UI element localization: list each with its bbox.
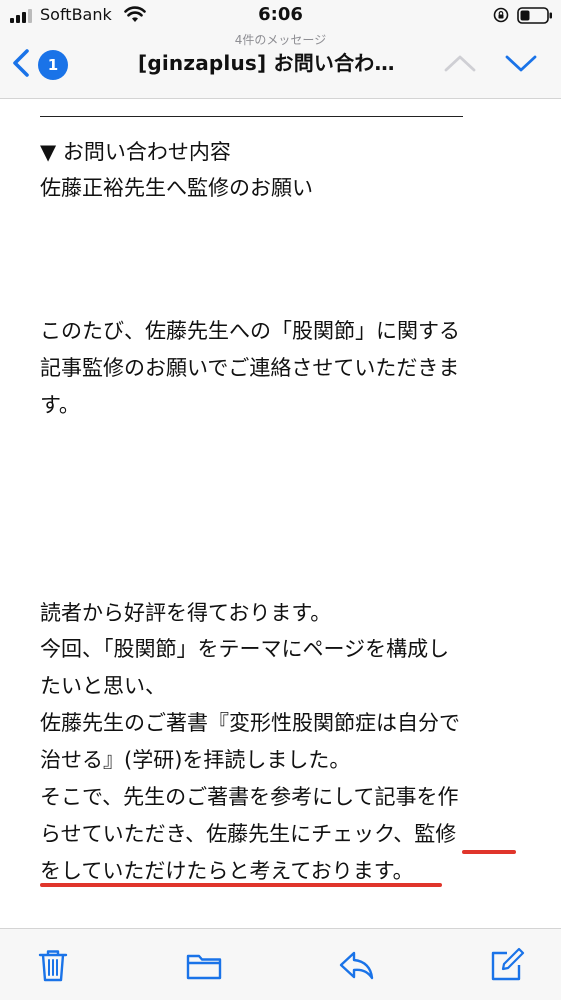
mail-body: ▼ お問い合わせ内容 佐藤正裕先生へ監修のお願い このたび、佐藤先生への「股関節… [0, 99, 561, 928]
orientation-lock-icon [493, 7, 509, 23]
back-chevron-icon[interactable] [10, 48, 32, 78]
reply-icon[interactable] [338, 947, 374, 983]
body-text-line: 治せる』(学研)を拝読しました。 [40, 748, 351, 772]
body-text-line: す。 [40, 393, 80, 417]
body-text-line: 今回、「股関節」をテーマにページを構成し [40, 637, 450, 661]
body-text-line: 記事監修のお願いでご連絡させていただきま [40, 356, 460, 380]
body-text-line: 佐藤先生のご著書『変形性股関節症は自分で [40, 711, 460, 735]
status-time: 6:06 [258, 4, 303, 25]
folder-icon[interactable] [186, 947, 222, 983]
mail-subject-title: [ginzaplus] お問い合わ… [138, 51, 395, 75]
body-text-line: そこで、先生のご著書を参考にして記事を作 [40, 785, 459, 809]
divider-line [40, 116, 463, 117]
message-count: 4件のメッセージ [234, 33, 327, 47]
highlight-underline [462, 850, 516, 854]
unread-count-badge[interactable]: 1 [38, 50, 68, 80]
bottom-toolbar [0, 928, 561, 1000]
trash-icon[interactable] [35, 947, 71, 983]
navigation-bar: 1 4件のメッセージ [ginzaplus] お問い合わ… [0, 32, 561, 99]
status-bar: SoftBank 6:06 [0, 0, 561, 32]
battery-icon [517, 7, 552, 24]
mail-screen: SoftBank 6:06 1 4件のメッセージ [ginzaplus] お問い… [0, 0, 561, 1000]
body-text-line: 読者から好評を得ております。 [40, 601, 332, 625]
next-message-chevron-icon[interactable] [504, 52, 538, 74]
previous-message-chevron-icon[interactable] [443, 52, 477, 74]
body-text-line: このたび、佐藤先生への「股関節」に関する [40, 319, 460, 343]
compose-icon[interactable] [489, 947, 525, 983]
body-text-line: たいと思い、 [40, 674, 166, 698]
body-text-line: らせていただき、佐藤先生にチェック、監修 [40, 822, 457, 846]
inquiry-heading: ▼ お問い合わせ内容 [40, 140, 231, 164]
highlight-underline [40, 883, 442, 887]
body-text-line: 佐藤正裕先生へ監修のお願い [40, 176, 313, 200]
